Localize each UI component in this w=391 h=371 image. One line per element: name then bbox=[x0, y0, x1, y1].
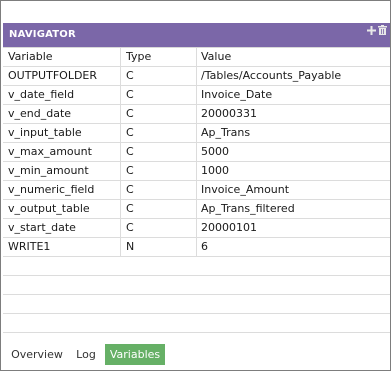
table-row[interactable]: v_end_date C 20000331 bbox=[3, 105, 390, 124]
navigator-panel: NAVIGATOR Variable Type Value OUTPUTFOLD… bbox=[0, 0, 391, 371]
column-divider bbox=[120, 48, 121, 66]
panel-title-bar: NAVIGATOR bbox=[3, 23, 390, 47]
variable-value: Ap_Trans_filtered bbox=[201, 202, 295, 215]
empty-row bbox=[3, 295, 390, 314]
table-row[interactable]: v_output_table C Ap_Trans_filtered bbox=[3, 200, 390, 219]
variable-type: C bbox=[126, 221, 134, 234]
plus-icon[interactable] bbox=[366, 24, 377, 36]
empty-row bbox=[3, 257, 390, 276]
variable-type: C bbox=[126, 202, 134, 215]
table-row[interactable]: v_min_amount C 1000 bbox=[3, 162, 390, 181]
column-divider bbox=[196, 143, 197, 161]
column-divider bbox=[196, 181, 197, 199]
column-divider bbox=[120, 162, 121, 180]
column-divider bbox=[196, 105, 197, 123]
table-row[interactable]: WRITE1 N 6 bbox=[3, 238, 390, 257]
variable-type: C bbox=[126, 126, 134, 139]
variable-name: v_start_date bbox=[8, 221, 76, 234]
variable-type: N bbox=[126, 240, 135, 253]
column-divider bbox=[196, 86, 197, 104]
table-row[interactable]: OUTPUTFOLDER C /Tables/Accounts_Payable bbox=[3, 67, 390, 86]
table-row[interactable]: v_max_amount C 5000 bbox=[3, 143, 390, 162]
variable-name: v_numeric_field bbox=[8, 183, 95, 196]
column-divider bbox=[120, 181, 121, 199]
column-divider bbox=[120, 143, 121, 161]
variable-name: v_min_amount bbox=[8, 164, 89, 177]
table-header-row: Variable Type Value bbox=[3, 48, 390, 67]
variable-value: 1000 bbox=[201, 164, 229, 177]
table-row[interactable]: v_date_field C Invoice_Date bbox=[3, 86, 390, 105]
variable-name: v_date_field bbox=[8, 88, 75, 101]
variable-value: Ap_Trans bbox=[201, 126, 251, 139]
variable-value: /Tables/Accounts_Payable bbox=[201, 69, 342, 82]
variable-type: C bbox=[126, 145, 134, 158]
variable-name: v_end_date bbox=[8, 107, 72, 120]
tab-log[interactable]: Log bbox=[71, 344, 101, 365]
tab-overview[interactable]: Overview bbox=[9, 344, 65, 365]
variable-name: OUTPUTFOLDER bbox=[8, 69, 98, 82]
variable-name: v_output_table bbox=[8, 202, 90, 215]
variable-type: C bbox=[126, 107, 134, 120]
column-divider bbox=[196, 48, 197, 66]
header-value[interactable]: Value bbox=[201, 48, 386, 66]
variable-name: WRITE1 bbox=[8, 240, 51, 253]
column-divider bbox=[120, 238, 121, 256]
variable-type: C bbox=[126, 69, 134, 82]
variable-value: 5000 bbox=[201, 145, 229, 158]
empty-row bbox=[3, 276, 390, 295]
column-divider bbox=[196, 200, 197, 218]
column-divider bbox=[196, 124, 197, 142]
column-divider bbox=[120, 105, 121, 123]
column-divider bbox=[196, 67, 197, 85]
variable-value: 20000331 bbox=[201, 107, 257, 120]
variable-type: C bbox=[126, 88, 134, 101]
variable-value: Invoice_Amount bbox=[201, 183, 290, 196]
table-row[interactable]: v_input_table C Ap_Trans bbox=[3, 124, 390, 143]
variable-type: C bbox=[126, 164, 134, 177]
column-divider bbox=[196, 219, 197, 237]
variables-table: Variable Type Value OUTPUTFOLDER C /Tabl… bbox=[3, 47, 390, 333]
panel-title: NAVIGATOR bbox=[9, 29, 76, 40]
column-divider bbox=[120, 124, 121, 142]
bottom-tab-bar: Overview Log Variables bbox=[3, 344, 390, 366]
variable-value: 20000101 bbox=[201, 221, 257, 234]
trash-icon[interactable] bbox=[377, 24, 388, 36]
tab-variables[interactable]: Variables bbox=[105, 344, 165, 365]
column-divider bbox=[120, 86, 121, 104]
column-divider bbox=[120, 200, 121, 218]
header-type[interactable]: Type bbox=[126, 48, 194, 66]
column-divider bbox=[120, 219, 121, 237]
variable-name: v_max_amount bbox=[8, 145, 92, 158]
column-divider bbox=[120, 67, 121, 85]
variable-value: 6 bbox=[201, 240, 208, 253]
variable-name: v_input_table bbox=[8, 126, 82, 139]
table-row[interactable]: v_start_date C 20000101 bbox=[3, 219, 390, 238]
variable-value: Invoice_Date bbox=[201, 88, 273, 101]
table-row[interactable]: v_numeric_field C Invoice_Amount bbox=[3, 181, 390, 200]
empty-row bbox=[3, 314, 390, 333]
variable-type: C bbox=[126, 183, 134, 196]
column-divider bbox=[196, 238, 197, 256]
column-divider bbox=[196, 162, 197, 180]
header-variable[interactable]: Variable bbox=[8, 48, 118, 66]
